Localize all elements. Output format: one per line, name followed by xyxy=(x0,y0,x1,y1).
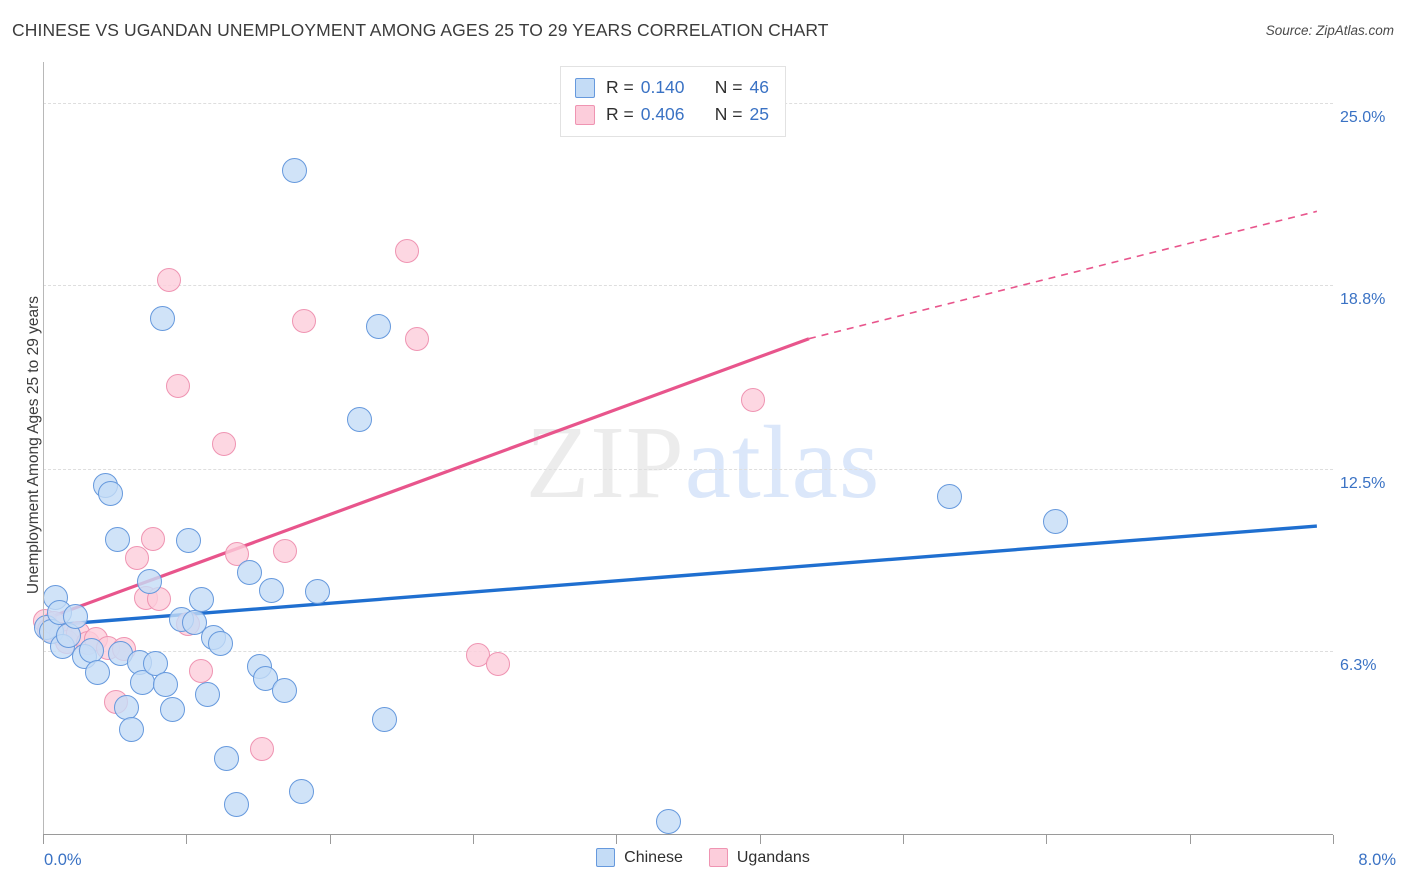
stats-row: R = 0.140 N = 46 xyxy=(575,74,769,101)
page-title: CHINESE VS UGANDAN UNEMPLOYMENT AMONG AG… xyxy=(12,20,829,40)
chinese-data-point[interactable] xyxy=(194,681,220,707)
x-axis-tick xyxy=(186,835,188,844)
source-label: Source: ZipAtlas.com xyxy=(1265,23,1394,38)
chinese-data-point[interactable] xyxy=(104,526,130,552)
chinese-data-point[interactable] xyxy=(136,569,162,595)
y-axis-tick-label: 12.5% xyxy=(1340,474,1386,492)
ugandan-data-point[interactable] xyxy=(740,388,765,413)
correlation-stats-box: R = 0.140 N = 46 R = 0.406 N = 25 xyxy=(560,66,786,137)
chinese-data-point[interactable] xyxy=(272,677,298,703)
series-legend: Chinese Ugandans xyxy=(0,848,1406,867)
chinese-data-point[interactable] xyxy=(149,305,175,331)
n-value: 46 xyxy=(749,77,769,97)
ugandan-legend-swatch-icon xyxy=(708,848,728,867)
legend-item-ugandans[interactable]: Ugandans xyxy=(708,848,810,867)
chinese-data-point[interactable] xyxy=(62,604,88,630)
legend-label: Chinese xyxy=(624,848,683,866)
ugandan-data-point[interactable] xyxy=(124,546,149,571)
n-value: 25 xyxy=(749,104,769,124)
x-axis-tick xyxy=(903,835,904,844)
n-label: N = xyxy=(714,104,743,124)
r-label: R = xyxy=(606,104,634,124)
ugandan-swatch-icon xyxy=(575,104,595,125)
chinese-data-point[interactable] xyxy=(304,579,330,605)
chinese-legend-swatch-icon xyxy=(596,848,616,867)
stats-row: R = 0.406 N = 25 xyxy=(575,101,769,128)
y-axis-line xyxy=(43,62,44,835)
x-axis-tick xyxy=(759,835,761,844)
ugandan-data-point[interactable] xyxy=(140,527,165,552)
r-label: R = xyxy=(606,77,634,97)
ugandan-data-point[interactable] xyxy=(405,326,430,351)
y-axis-title: Unemployment Among Ages 25 to 29 years xyxy=(25,295,42,595)
r-value: 0.140 xyxy=(640,77,685,97)
x-axis-tick xyxy=(616,835,618,844)
ugandan-data-point[interactable] xyxy=(250,736,275,761)
y-axis-tick-label: 25.0% xyxy=(1340,108,1386,126)
correlation-chart: CHINESE VS UGANDAN UNEMPLOYMENT AMONG AG… xyxy=(0,0,1406,892)
x-axis-tick xyxy=(473,835,474,844)
x-axis-line xyxy=(43,834,1333,835)
chinese-data-point[interactable] xyxy=(207,630,233,656)
x-axis-tick xyxy=(1046,835,1048,844)
x-axis-tick xyxy=(43,835,44,844)
chinese-data-point[interactable] xyxy=(153,671,179,697)
legend-label: Ugandans xyxy=(736,848,810,866)
chinese-data-point[interactable] xyxy=(346,406,372,432)
legend-item-chinese[interactable]: Chinese xyxy=(596,848,683,867)
ugandan-trendline-projection xyxy=(808,210,1318,340)
ugandan-data-point[interactable] xyxy=(156,268,181,293)
x-axis-tick xyxy=(1333,835,1334,844)
chinese-data-point[interactable] xyxy=(282,157,308,183)
chinese-data-point[interactable] xyxy=(288,778,314,804)
chinese-trendline xyxy=(43,524,1318,628)
chinese-swatch-icon xyxy=(575,77,595,98)
trend-lines xyxy=(43,210,1318,628)
ugandan-data-point[interactable] xyxy=(166,373,191,398)
chinese-data-point[interactable] xyxy=(188,586,214,612)
ugandan-data-point[interactable] xyxy=(485,651,510,676)
ugandan-data-point[interactable] xyxy=(272,538,297,563)
chinese-data-point[interactable] xyxy=(224,791,249,817)
chinese-data-point[interactable] xyxy=(175,528,201,554)
y-axis-tick-label: 6.3% xyxy=(1340,656,1377,674)
ugandan-data-point[interactable] xyxy=(189,659,214,684)
chinese-data-point[interactable] xyxy=(159,696,185,722)
y-axis-tick-label: 18.8% xyxy=(1340,290,1386,308)
x-axis-tick xyxy=(1189,835,1191,844)
x-axis-tick xyxy=(329,835,331,844)
r-value: 0.406 xyxy=(640,104,685,124)
chinese-data-point[interactable] xyxy=(936,484,962,510)
n-label: N = xyxy=(714,77,743,97)
plot-area: ZIPatlas xyxy=(32,62,1334,844)
ugandan-data-point[interactable] xyxy=(211,432,236,457)
